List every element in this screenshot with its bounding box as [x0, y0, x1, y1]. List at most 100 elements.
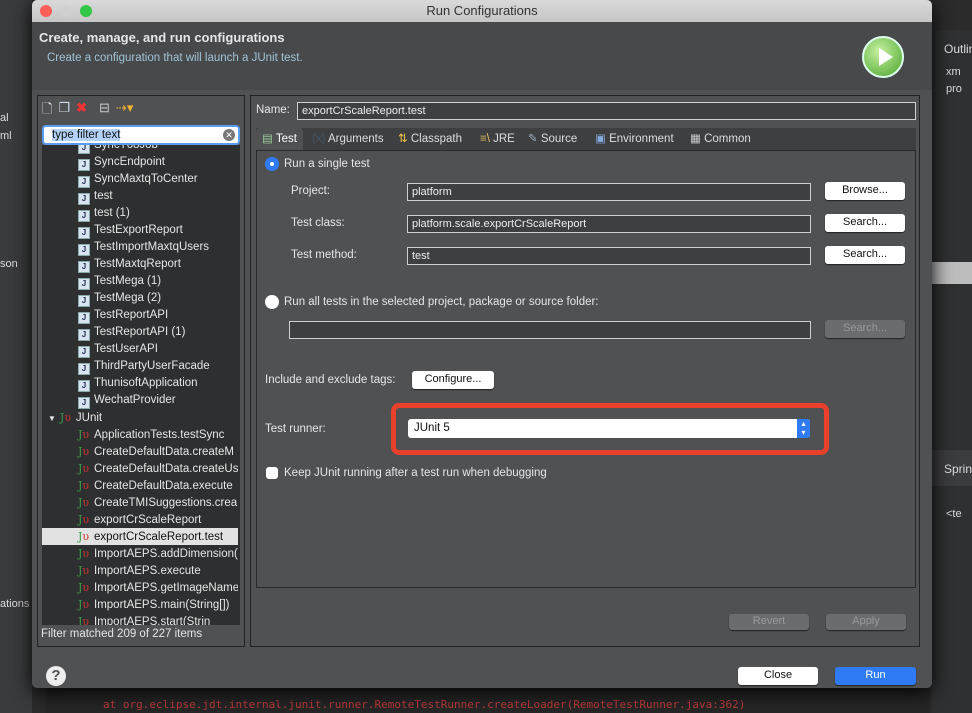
collapse-all-icon[interactable]: ⊟: [99, 100, 110, 118]
test-method-field[interactable]: test: [407, 247, 811, 265]
revert-button[interactable]: Revert: [729, 614, 809, 630]
search-container-button[interactable]: Search...: [825, 320, 905, 338]
tree-item[interactable]: J TestReportAPI (1): [42, 324, 238, 341]
tree-item[interactable]: Jυ CreateDefaultData.execute: [42, 477, 238, 494]
tree-item[interactable]: Jυ exportCrScaleReport: [42, 511, 238, 528]
java-application-icon: J: [78, 295, 90, 307]
test-runner-select[interactable]: JUnit 5 ▴ ▾: [408, 419, 810, 438]
search-method-button[interactable]: Search...: [825, 246, 905, 264]
tree-item-label: TestReportAPI (1): [94, 326, 186, 338]
tree-item-label: CreateDefaultData.execute: [94, 480, 233, 492]
tags-label: Include and exclude tags:: [265, 374, 396, 386]
tree-item[interactable]: Jυ CreateDefaultData.createUs: [42, 460, 238, 477]
java-application-icon: J: [78, 227, 90, 239]
tab-classpath[interactable]: ⇅ Classpath: [398, 128, 462, 150]
java-application-icon: J: [78, 346, 90, 358]
junit-icon: Jυ: [78, 598, 90, 611]
classpath-icon: ⇅: [398, 133, 408, 145]
outline-view-tab[interactable]: Outlin: [944, 42, 972, 56]
test-tab-icon: ▤: [262, 133, 273, 145]
project-field[interactable]: platform: [407, 183, 811, 201]
tree-item[interactable]: J TestUserAPI: [42, 341, 238, 358]
tree-group-junit[interactable]: ▼ Jυ JUnit: [42, 409, 238, 426]
filter-status: Filter matched 209 of 227 items: [41, 628, 203, 640]
tree-item[interactable]: Jυ CreateTMISuggestions.crea: [42, 494, 238, 511]
tree-item[interactable]: Jυ ImportAEPS.main(String[]): [42, 596, 238, 613]
browse-button[interactable]: Browse...: [825, 182, 905, 200]
close-button[interactable]: Close: [738, 667, 818, 685]
tree-item[interactable]: Jtest: [42, 188, 238, 205]
filter-icon[interactable]: ⇢▾: [116, 100, 133, 118]
ide-left-background: al ml son ations: [0, 0, 32, 713]
tree-item[interactable]: J SyncT68Job: [42, 145, 238, 154]
tree-item[interactable]: J TestReportAPI: [42, 307, 238, 324]
tree-item[interactable]: J WechatProvider: [42, 392, 238, 409]
tree-item-label: CreateDefaultData.createUs: [94, 463, 238, 475]
keep-running-checkbox[interactable]: [266, 467, 278, 479]
tree-item[interactable]: Jυ ImportAEPS.addDimension(: [42, 545, 238, 562]
outline-item[interactable]: pro: [946, 83, 962, 95]
tree-item[interactable]: J ThirdPartyUserFacade: [42, 358, 238, 375]
keep-running-label: Keep JUnit running after a test run when…: [284, 467, 547, 479]
spring-view-tab[interactable]: Sprin: [944, 462, 972, 476]
tree-item[interactable]: Jυ CreateDefaultData.createM: [42, 443, 238, 460]
tree-item[interactable]: Jυ ImportAEPS.execute: [42, 562, 238, 579]
tree-item-label: WechatProvider: [94, 394, 176, 406]
duplicate-icon[interactable]: ❐: [58, 100, 70, 118]
filter-input[interactable]: type filter text ✕: [42, 125, 240, 145]
new-configuration-icon[interactable]: 🗋: [42, 100, 52, 118]
help-icon[interactable]: ?: [46, 666, 66, 686]
tree-item[interactable]: J SyncMaxtqToCenter: [42, 171, 238, 188]
tree-item[interactable]: J SyncEndpoint: [42, 154, 238, 171]
configure-tags-button[interactable]: Configure...: [412, 371, 494, 389]
tree-item[interactable]: Jυ ApplicationTests.testSync: [42, 426, 238, 443]
tree-item[interactable]: J TestImportMaxtqUsers: [42, 239, 238, 256]
tab-environment[interactable]: ▣ Environment: [595, 128, 674, 150]
tree-item[interactable]: Jυ ImportAEPS.start(Strin: [42, 613, 238, 625]
apply-button[interactable]: Apply: [826, 614, 906, 630]
test-class-field[interactable]: platform.scale.exportCrScaleReport: [407, 215, 811, 233]
tree-item-label: TestImportMaxtqUsers: [94, 241, 210, 253]
ide-fragment: ml: [0, 130, 12, 142]
test-method-label: Test method:: [291, 249, 357, 261]
tree-item-label: TestUserAPI: [94, 343, 158, 355]
tab-arguments[interactable]: (x) Arguments: [312, 128, 384, 150]
tree-item[interactable]: J TestMaxtqReport: [42, 256, 238, 273]
run-banner-icon: [862, 36, 904, 78]
close-window-button[interactable]: [40, 5, 52, 17]
test-tab-content: Run a single test Project: platform Brow…: [256, 150, 916, 588]
tree-item[interactable]: J TestMega (1): [42, 273, 238, 290]
test-class-label: Test class:: [291, 217, 345, 229]
tab-common[interactable]: ▦ Common: [690, 128, 751, 150]
tree-item[interactable]: J TestMega (2): [42, 290, 238, 307]
search-class-button[interactable]: Search...: [825, 214, 905, 232]
junit-icon: Jυ: [78, 445, 90, 458]
tab-source[interactable]: ✎ Source: [528, 128, 577, 150]
name-field[interactable]: exportCrScaleReport.test: [297, 102, 916, 120]
run-single-test-radio[interactable]: [265, 157, 279, 171]
java-application-icon: J: [78, 363, 90, 375]
java-application-icon: J: [78, 244, 90, 256]
outline-item[interactable]: xm: [946, 66, 961, 78]
tree-item-label: ThirdPartyUserFacade: [94, 360, 210, 372]
tab-test[interactable]: ▤ Test: [256, 128, 303, 150]
junit-icon: Jυ: [78, 530, 90, 543]
zoom-window-button[interactable]: [80, 5, 92, 17]
tree-item[interactable]: Jtest (1): [42, 205, 238, 222]
delete-icon[interactable]: ✖: [76, 100, 87, 118]
container-field[interactable]: [289, 321, 811, 339]
tree-item[interactable]: Jυ exportCrScaleReport.test: [42, 528, 238, 545]
run-all-tests-radio[interactable]: [265, 295, 279, 309]
ide-fragment: al: [0, 112, 9, 124]
java-application-icon: J: [78, 193, 90, 205]
tree-item[interactable]: J ThunisoftApplication: [42, 375, 238, 392]
run-button[interactable]: Run: [835, 667, 916, 685]
tab-jre[interactable]: ≡\ JRE: [480, 128, 515, 150]
clear-filter-icon[interactable]: ✕: [223, 129, 235, 141]
tree-item[interactable]: Jυ ImportAEPS.getImageName: [42, 579, 238, 596]
minimize-window-button[interactable]: [60, 5, 72, 17]
spring-item[interactable]: <te: [946, 508, 962, 520]
junit-icon: Jυ: [78, 428, 90, 441]
test-runner-label: Test runner:: [265, 423, 326, 435]
tree-item[interactable]: J TestExportReport: [42, 222, 238, 239]
